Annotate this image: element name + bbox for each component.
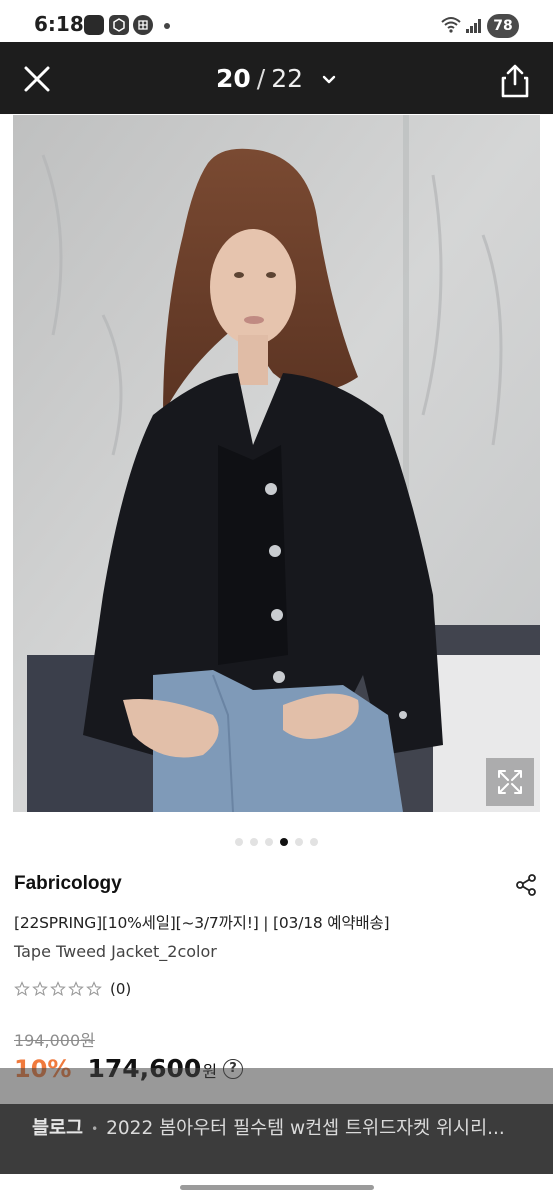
total-pages: 22 [271, 64, 304, 93]
home-indicator[interactable] [180, 1185, 374, 1190]
product-name: Tape Tweed Jacket_2color [14, 942, 217, 961]
product-photo [13, 115, 540, 812]
weather-news-icon [84, 15, 104, 35]
star-empty-icon [68, 981, 84, 996]
carousel-dot[interactable] [295, 838, 303, 846]
star-empty-icon [14, 981, 30, 996]
star-empty-icon [32, 981, 48, 996]
product-image[interactable] [13, 115, 540, 812]
carousel-dot[interactable] [310, 838, 318, 846]
dim-overlay [0, 1068, 553, 1104]
share-button[interactable] [497, 62, 533, 100]
banner-title: 2022 봄아우터 필수템 w컨셉 트위드자켓 위시리... [106, 1118, 505, 1139]
expand-arrows-icon [498, 770, 522, 794]
grid-app-icon [133, 15, 153, 35]
carousel-dot[interactable] [235, 838, 243, 846]
banner-separator: • [91, 1122, 99, 1136]
blog-banner[interactable]: 블로그 • 2022 봄아우터 필수템 w컨셉 트위드자켓 위시리... [0, 1104, 553, 1174]
star-empty-icon [50, 981, 66, 996]
carousel-dot-active[interactable] [280, 838, 288, 846]
star-empty-icon [86, 981, 102, 996]
status-time: 6:18 [34, 12, 84, 36]
brand-name[interactable]: Fabricology [14, 873, 122, 895]
current-page: 20 [216, 64, 251, 93]
banner-source: 블로그 [32, 1118, 84, 1139]
signal-icon [466, 18, 482, 33]
carousel-dot[interactable] [250, 838, 258, 846]
battery-icon: 78 [487, 14, 519, 38]
review-count: (0) [110, 980, 132, 998]
expand-button[interactable] [486, 758, 534, 806]
rating-row[interactable]: (0) [14, 980, 131, 998]
status-bar: 6:18 78 [0, 0, 553, 42]
promo-line: [22SPRING][10%세일][~3/7까지!] | [03/18 예약배송… [14, 914, 390, 932]
page-counter[interactable]: 20/22 [0, 64, 553, 93]
carousel-dots [0, 838, 553, 848]
wifi-icon [440, 15, 462, 37]
page-separator: / [256, 64, 266, 93]
package-icon [109, 15, 129, 35]
original-price: 194,000원 [14, 1031, 95, 1050]
chevron-down-icon[interactable] [321, 72, 337, 88]
star-rating [14, 981, 102, 997]
system-nav-bar [0, 1174, 553, 1200]
share-upload-icon [501, 64, 529, 98]
gallery-header: 20/22 [0, 42, 553, 114]
share-product-button[interactable] [514, 873, 538, 897]
share-nodes-icon [516, 874, 536, 896]
notification-dot-icon [164, 23, 170, 29]
carousel-dot[interactable] [265, 838, 273, 846]
